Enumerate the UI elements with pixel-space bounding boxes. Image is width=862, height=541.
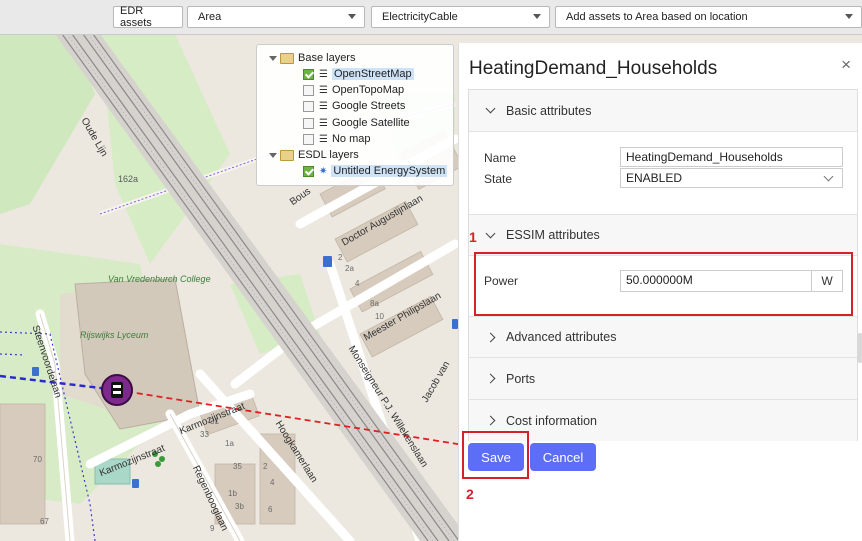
layers-icon: ☰ [319,100,328,112]
chevron-down-icon [533,14,541,19]
network-icon: ✷ [319,165,328,177]
svg-text:10: 10 [375,312,384,321]
svg-text:1b: 1b [228,489,237,498]
asset-type-select[interactable]: ElectricityCable [371,6,550,28]
section-title: Basic attributes [506,103,592,118]
layer-item-opentopomap[interactable]: ☰ OpenTopoMap [303,82,404,98]
layer-label: Google Streets [331,100,406,112]
top-toolbar: EDR assets Area ElectricityCable Add ass… [0,0,862,35]
esdl-layers-title: ESDL layers [298,149,359,161]
layer-item-openstreetmap[interactable]: ☰ OpenStreetMap [303,66,414,82]
name-field[interactable]: HeatingDemand_Households [620,147,843,167]
edr-assets-button[interactable]: EDR assets [113,5,183,29]
layer-item-google-satellite[interactable]: ☰ Google Satellite [303,115,410,131]
checkbox[interactable] [303,68,314,80]
state-select[interactable]: ENABLED [620,168,843,188]
lyceum-label: Rijswijks Lyceum [80,330,149,340]
state-value: ENABLED [626,171,683,185]
chevron-down-icon [485,103,496,114]
section-title: Ports [506,371,536,386]
esdl-layers-group[interactable]: ESDL layers [269,147,359,163]
chevron-down-icon [823,171,834,182]
svg-text:35: 35 [233,462,242,471]
state-label: State [484,172,513,186]
area-select[interactable]: Area [187,6,365,28]
layer-label: OpenStreetMap [331,68,414,80]
college-label: Van Vredenburch College [108,274,211,284]
panel-title: HeatingDemand_Households [469,58,718,79]
layer-label: No map [331,133,371,145]
tree-expand-icon [269,152,277,158]
house-number-label: 162a [118,174,139,184]
asset-type-value: ElectricityCable [382,11,458,23]
svg-text:2: 2 [338,253,343,262]
close-icon[interactable]: × [841,55,851,75]
svg-text:1a: 1a [225,439,234,448]
svg-text:8a: 8a [370,299,379,308]
svg-text:2: 2 [263,462,268,471]
chevron-down-icon [845,14,853,19]
base-layers-group[interactable]: Base layers [269,50,355,66]
chevron-down-icon [485,228,496,238]
section-title: Advanced attributes [506,330,617,344]
edr-assets-label: EDR assets [120,5,152,29]
layer-label: Untitled EnergySystem [331,165,448,177]
chevron-right-icon [485,415,496,426]
svg-text:4: 4 [270,478,275,487]
chevron-right-icon [485,373,496,384]
layer-label: OpenTopoMap [331,84,405,96]
svg-text:2a: 2a [345,264,354,273]
svg-text:9: 9 [210,524,215,533]
checkbox[interactable] [303,133,314,145]
name-label: Name [484,151,517,165]
area-select-value: Area [198,11,222,23]
layers-icon: ☰ [319,84,328,96]
section-title: ESSIM attributes [506,228,600,242]
layer-item-google-streets[interactable]: ☰ Google Streets [303,98,405,114]
checkbox[interactable] [303,165,314,177]
checkbox[interactable] [303,84,314,96]
layers-icon: ☰ [319,68,328,80]
layer-label: Google Satellite [331,117,410,129]
folder-icon [280,149,294,161]
section-title: Cost information [506,413,598,428]
folder-icon [280,52,294,64]
chevron-down-icon [348,14,356,19]
svg-text:70: 70 [33,455,42,464]
checkbox[interactable] [303,100,314,112]
step-number: 1 [469,229,477,245]
essim-attributes-header[interactable]: ESSIM attributes [469,214,857,256]
svg-text:6: 6 [268,505,273,514]
basic-attributes-header[interactable]: Basic attributes [469,90,857,132]
scrollbar[interactable] [857,333,862,363]
checkbox[interactable] [303,117,314,129]
layers-icon: ☰ [319,133,328,145]
svg-text:4: 4 [355,279,360,288]
chevron-right-icon [485,332,496,342]
svg-text:33: 33 [200,430,209,439]
layer-control: Base layers ☰ OpenStreetMap ☰ OpenTopoMa… [256,44,454,186]
step-number: 2 [466,486,474,502]
layers-icon: ☰ [319,117,328,129]
tree-expand-icon [269,55,277,61]
layer-item-energysystem[interactable]: ✷ Untitled EnergySystem [303,163,448,179]
add-assets-select[interactable]: Add assets to Area based on location [555,6,862,28]
highlight-box-save [462,431,529,479]
ports-header[interactable]: Ports [469,358,857,400]
advanced-attributes-header[interactable]: Advanced attributes [469,316,857,358]
svg-text:67: 67 [40,517,49,526]
svg-text:3b: 3b [235,502,244,511]
highlight-box-power [474,252,853,316]
add-assets-value: Add assets to Area based on location [566,11,748,23]
layer-item-no-map[interactable]: ☰ No map [303,131,371,147]
cancel-button[interactable]: Cancel [530,443,596,471]
base-layers-title: Base layers [298,52,356,64]
